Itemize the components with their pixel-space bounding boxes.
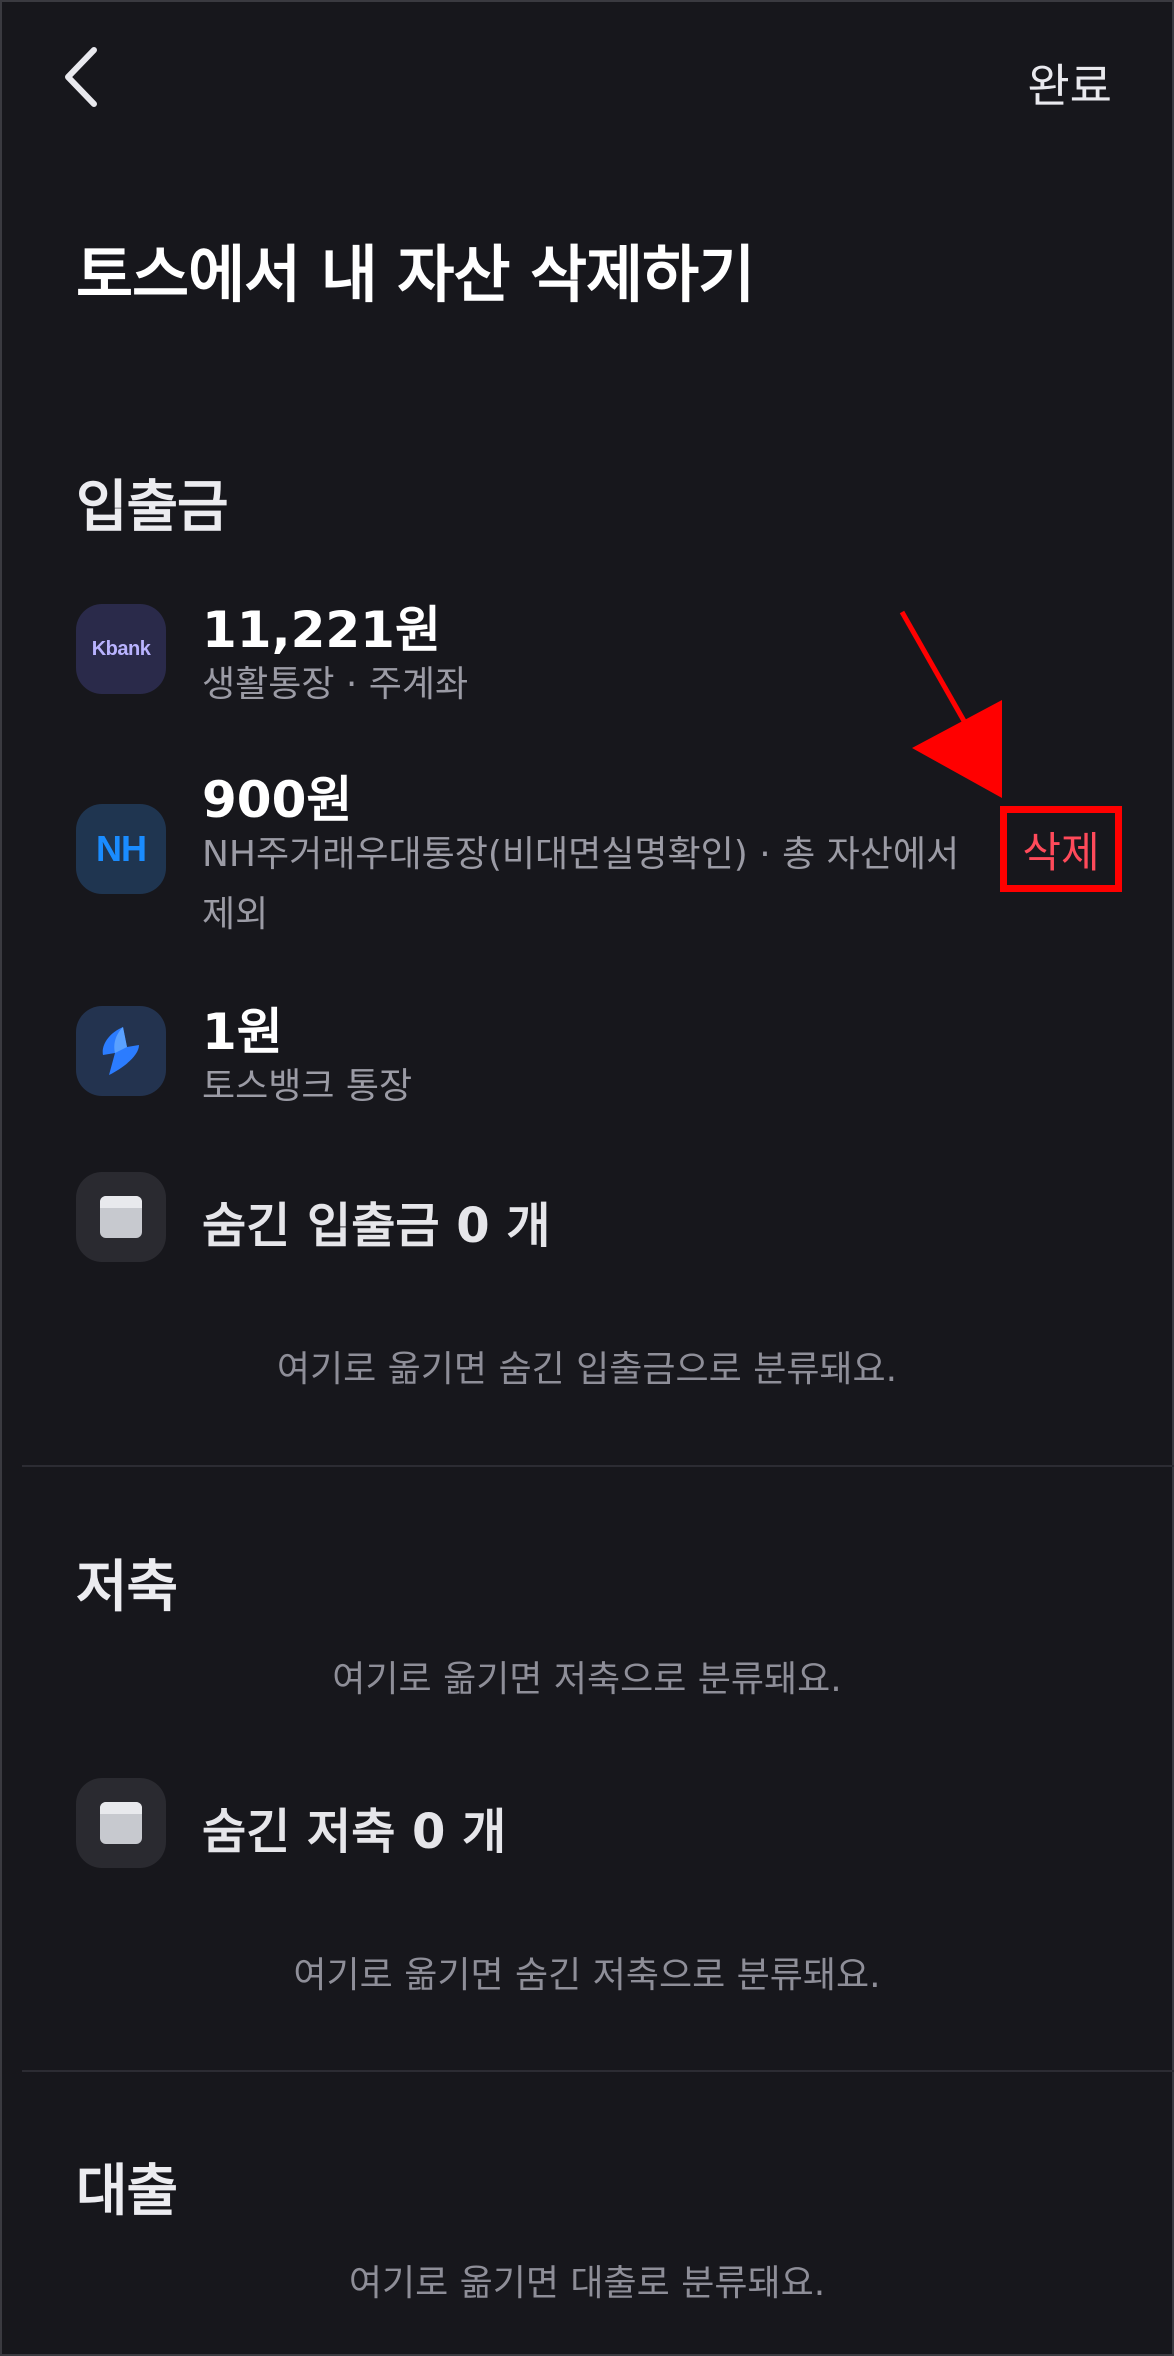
- delete-button[interactable]: 삭제: [1000, 806, 1122, 892]
- hidden-box-icon: [76, 1172, 166, 1262]
- account-amount: 900원: [202, 771, 353, 829]
- top-bar: 완료: [2, 2, 1172, 152]
- done-button[interactable]: 완료: [1027, 50, 1112, 116]
- back-button[interactable]: [58, 44, 106, 110]
- hidden-deposit-row[interactable]: 숨긴 입출금 0 개: [76, 1172, 1116, 1262]
- nh-logo-text: NH: [96, 828, 147, 869]
- hidden-box-icon: [76, 1778, 166, 1868]
- section-title-savings: 저축: [76, 1555, 178, 1620]
- page-title: 토스에서 내 자산 삭제하기: [76, 238, 755, 311]
- deposit-hint: 여기로 옮기면 숨긴 입출금으로 분류돼요.: [276, 1349, 898, 1390]
- hidden-savings-row[interactable]: 숨긴 저축 0 개: [76, 1778, 1116, 1868]
- app-screen: 완료 토스에서 내 자산 삭제하기 입출금 Kbank 11,221원 생활통장…: [0, 0, 1174, 2356]
- account-description-line1: NH주거래우대통장(비대면실명확인) · 총 자산에서: [202, 834, 960, 875]
- account-amount: 11,221원: [202, 601, 441, 659]
- account-description-line2: 제외: [202, 894, 269, 935]
- kbank-logo-icon: Kbank: [76, 604, 166, 694]
- account-amount: 1원: [202, 1003, 283, 1061]
- hidden-deposit-label: 숨긴 입출금 0 개: [202, 1198, 551, 1254]
- account-description: 토스뱅크 통장: [202, 1066, 413, 1107]
- chevron-left-icon: [65, 47, 97, 107]
- account-row-nh[interactable]: NH 900원 NH주거래우대통장(비대면실명확인) · 총 자산에서 제외: [76, 771, 1116, 942]
- section-title-loan: 대출: [76, 2159, 178, 2224]
- tossbank-logo-icon: [76, 1006, 166, 1096]
- section-divider: [22, 1465, 1174, 1467]
- kbank-logo-text: Kbank: [91, 637, 151, 660]
- account-description: 생활통장 · 주계좌: [202, 664, 469, 705]
- nh-logo-icon: NH: [76, 804, 166, 894]
- hidden-savings-label: 숨긴 저축 0 개: [202, 1804, 507, 1860]
- loan-hint: 여기로 옮기면 대출로 분류돼요.: [348, 2263, 826, 2304]
- section-title-deposit: 입출금: [76, 475, 229, 540]
- hidden-savings-hint: 여기로 옮기면 숨긴 저축으로 분류돼요.: [293, 1955, 881, 1996]
- tossbank-mark-icon: [102, 1027, 139, 1075]
- savings-hint: 여기로 옮기면 저축으로 분류돼요.: [332, 1659, 842, 1700]
- account-row-tossbank[interactable]: 1원 토스뱅크 통장: [76, 1003, 1116, 1116]
- annotation-arrow-icon: [899, 610, 1002, 798]
- section-divider: [22, 2070, 1174, 2072]
